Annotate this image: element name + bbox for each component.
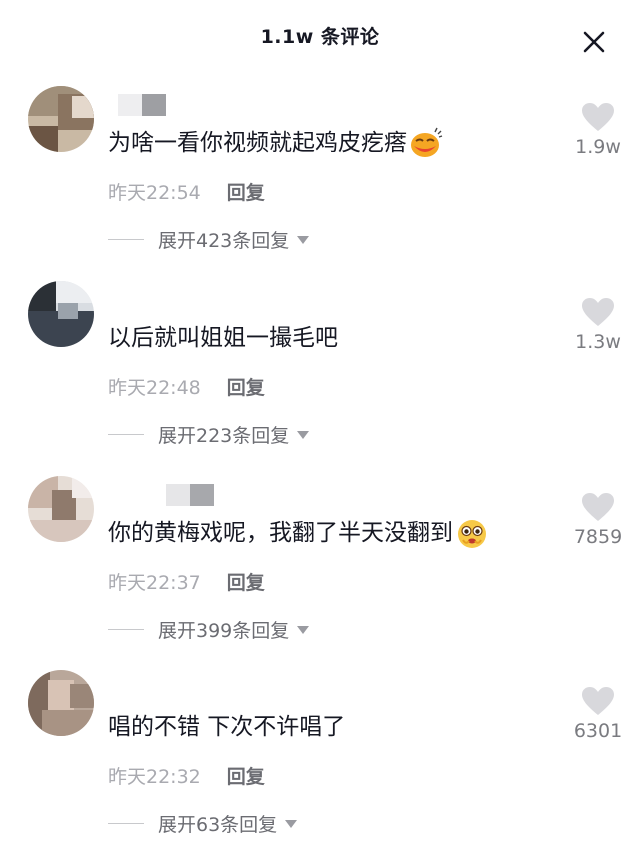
comments-header: 1.1w 条评论 xyxy=(0,0,640,78)
expand-replies-label: 展开399条回复 xyxy=(158,620,290,642)
divider-line xyxy=(108,629,144,630)
comments-count-title: 1.1w 条评论 xyxy=(260,26,380,48)
reply-button[interactable]: 回复 xyxy=(227,377,265,399)
caret-down-icon xyxy=(297,235,310,244)
comment-item: 以后就叫姐姐一撮毛吧 昨天22:48 回复 展开223条回复 1.3w xyxy=(0,281,640,476)
reply-button[interactable]: 回复 xyxy=(227,766,265,788)
like-count: 6301 xyxy=(573,720,623,742)
avatar[interactable] xyxy=(28,670,94,736)
divider-line xyxy=(108,823,144,824)
comment-item: 你的黄梅戏呢，我翻了半天没翻到 昨天22:37 回复 展开399条回复 7859 xyxy=(0,476,640,671)
reply-button[interactable]: 回复 xyxy=(227,572,265,594)
avatar-image-blurred xyxy=(28,86,94,152)
comment-body: 唱的不错 下次不许唱了 xyxy=(108,714,346,740)
comment-time: 昨天22:48 xyxy=(108,377,201,399)
heart-icon xyxy=(582,298,614,326)
close-button[interactable] xyxy=(578,26,610,58)
comment-text: 以后就叫姐姐一撮毛吧 xyxy=(108,321,338,355)
expand-replies-button[interactable]: 展开423条回复 xyxy=(108,226,310,253)
comment-body: 你的黄梅戏呢，我翻了半天没翻到 xyxy=(108,520,453,546)
like-count: 1.9w xyxy=(575,136,621,158)
comment-time: 昨天22:54 xyxy=(108,182,201,204)
username-blurred[interactable] xyxy=(118,94,166,116)
caret-down-icon xyxy=(297,430,310,439)
avatar-image-blurred xyxy=(28,670,94,736)
comment-text: 唱的不错 下次不许唱了 xyxy=(108,710,345,744)
avatar[interactable] xyxy=(28,86,94,152)
caret-down-icon xyxy=(285,819,298,828)
avatar-image-blurred xyxy=(28,476,94,542)
like-button[interactable]: 7859 xyxy=(562,492,634,548)
comment-meta: 昨天22:48 回复 xyxy=(108,373,265,400)
expand-replies-button[interactable]: 展开399条回复 xyxy=(108,616,310,643)
comment-item: 唱的不错 下次不许唱了 昨天22:32 回复 展开63条回复 6301 xyxy=(0,670,640,865)
heart-icon xyxy=(582,103,614,131)
pleading-emoji-icon xyxy=(458,520,486,548)
comment-meta: 昨天22:37 回复 xyxy=(108,568,265,595)
comment-text: 为啥一看你视频就起鸡皮疙瘩 xyxy=(108,126,443,160)
expand-replies-label: 展开423条回复 xyxy=(158,230,290,252)
like-count: 7859 xyxy=(573,526,623,548)
avatar-image-blurred xyxy=(28,281,94,347)
like-button[interactable]: 1.3w xyxy=(562,297,634,353)
divider-line xyxy=(108,434,144,435)
comment-item: 为啥一看你视频就起鸡皮疙瘩 昨天22:54 回复 展开423条回复 1.9w xyxy=(0,86,640,281)
expand-replies-button[interactable]: 展开223条回复 xyxy=(108,421,310,448)
expand-replies-button[interactable]: 展开63条回复 xyxy=(108,810,298,837)
avatar[interactable] xyxy=(28,281,94,347)
comment-meta: 昨天22:32 回复 xyxy=(108,762,265,789)
username-blurred[interactable] xyxy=(166,484,214,506)
comment-time: 昨天22:37 xyxy=(108,572,201,594)
heart-icon xyxy=(582,493,614,521)
comment-text: 你的黄梅戏呢，我翻了半天没翻到 xyxy=(108,516,489,550)
heart-icon xyxy=(582,687,614,715)
divider-line xyxy=(108,239,144,240)
like-count: 1.3w xyxy=(575,331,621,353)
caret-down-icon xyxy=(297,625,310,634)
close-icon xyxy=(583,31,605,53)
avatar[interactable] xyxy=(28,476,94,542)
comment-meta: 昨天22:54 回复 xyxy=(108,178,265,205)
expand-replies-label: 展开223条回复 xyxy=(158,425,290,447)
like-button[interactable]: 6301 xyxy=(562,686,634,742)
reply-button[interactable]: 回复 xyxy=(227,182,265,204)
like-button[interactable]: 1.9w xyxy=(562,102,634,158)
crying-laughing-emoji-icon xyxy=(411,127,443,157)
comment-time: 昨天22:32 xyxy=(108,766,201,788)
expand-replies-label: 展开63条回复 xyxy=(158,814,278,836)
comment-body: 以后就叫姐姐一撮毛吧 xyxy=(108,325,338,351)
comment-body: 为啥一看你视频就起鸡皮疙瘩 xyxy=(108,130,407,156)
